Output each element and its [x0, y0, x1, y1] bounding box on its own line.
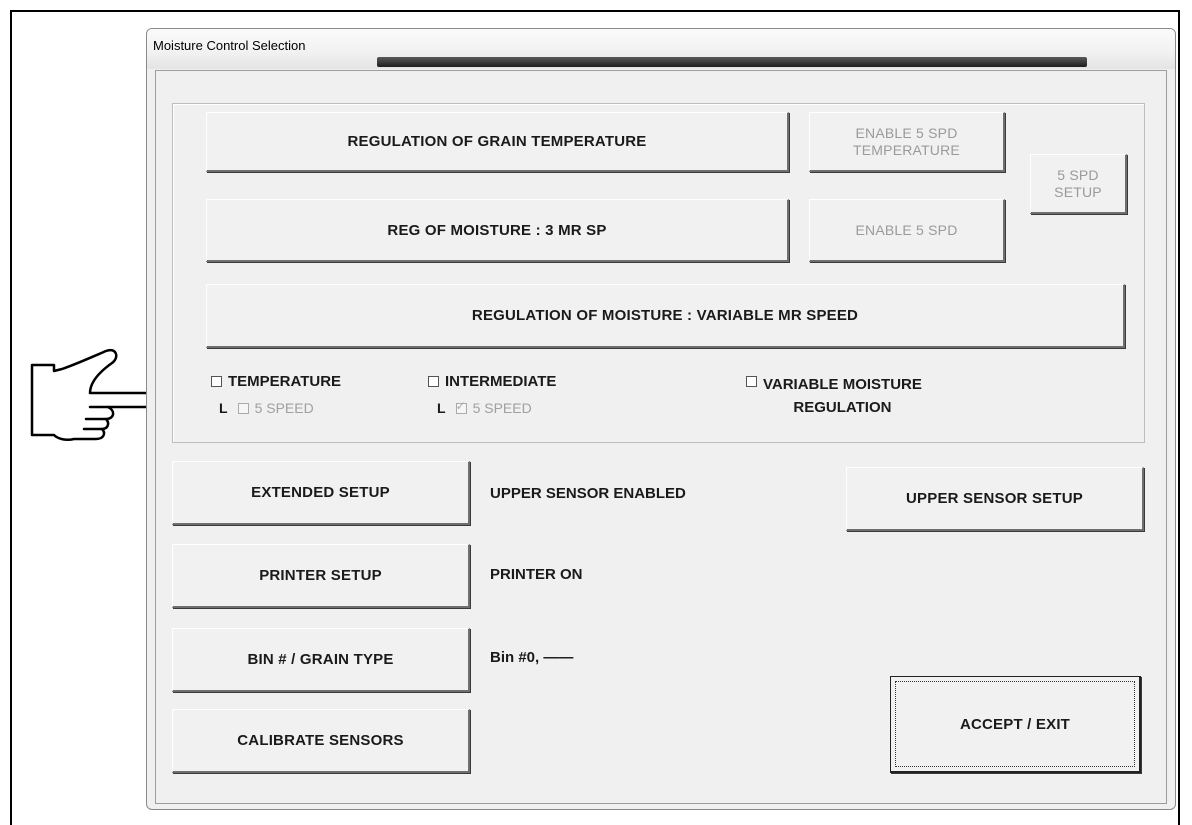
client-area: REGULATION OF GRAIN TEMPERATURE ENABLE 5…	[155, 70, 1167, 804]
checkbox-box[interactable]	[746, 376, 757, 387]
checkbox-box[interactable]	[455, 399, 467, 414]
title-bar-strip	[377, 57, 1087, 67]
checkbox-label-line1: VARIABLE MOISTURE	[763, 376, 922, 393]
bin-status: Bin #0, ——	[490, 649, 574, 666]
checkbox-label: TEMPERATURE	[228, 373, 342, 390]
printer-setup-button[interactable]: PRINTER SETUP	[172, 544, 470, 608]
regulation-group: REGULATION OF GRAIN TEMPERATURE ENABLE 5…	[172, 103, 1145, 443]
checkbox-label-line2: REGULATION	[793, 399, 892, 416]
intermediate-checkbox[interactable]: INTERMEDIATE	[428, 373, 556, 390]
checkbox-box[interactable]	[237, 402, 249, 414]
accept-exit-button[interactable]: ACCEPT / EXIT	[890, 676, 1141, 773]
extended-setup-button[interactable]: EXTENDED SETUP	[172, 461, 470, 525]
printer-status: PRINTER ON	[490, 566, 583, 583]
temperature-checkbox[interactable]: TEMPERATURE	[211, 373, 341, 390]
button-label: REGULATION OF GRAIN TEMPERATURE	[347, 133, 647, 150]
button-label: ENABLE 5 SPD	[855, 221, 958, 238]
enable-5spd-temperature-button[interactable]: ENABLE 5 SPD TEMPERATURE	[809, 112, 1005, 172]
bin-grain-type-button[interactable]: BIN # / GRAIN TYPE	[172, 628, 470, 692]
indent-marker: L	[219, 400, 228, 416]
5spd-setup-button[interactable]: 5 SPD SETUP	[1030, 154, 1127, 214]
moisture-3mr-sp-button[interactable]: REG OF MOISTURE : 3 MR SP	[206, 199, 789, 262]
button-label-line1: 5 SPD	[1057, 166, 1099, 183]
indent-marker: L	[437, 400, 446, 416]
upper-sensor-setup-button[interactable]: UPPER SENSOR SETUP	[846, 467, 1144, 531]
checkbox-label: INTERMEDIATE	[445, 373, 557, 390]
moisture-control-window: Moisture Control Selection REGULATION OF…	[146, 28, 1176, 810]
button-label: PRINTER SETUP	[259, 567, 382, 584]
focus-ring	[895, 681, 1135, 767]
checkbox-label: 5 SPEED	[254, 400, 314, 416]
checkbox-box[interactable]	[211, 376, 222, 387]
button-label-line2: SETUP	[1054, 183, 1102, 200]
button-label-line1: ENABLE 5 SPD	[855, 124, 958, 141]
button-label: UPPER SENSOR SETUP	[906, 490, 1083, 507]
checkbox-box[interactable]	[428, 376, 439, 387]
checkbox-label: 5 SPEED	[472, 400, 532, 416]
button-label: EXTENDED SETUP	[251, 484, 390, 501]
calibrate-sensors-button[interactable]: CALIBRATE SENSORS	[172, 709, 470, 773]
enable-5spd-button[interactable]: ENABLE 5 SPD	[809, 199, 1005, 262]
button-label: REGULATION OF MOISTURE : VARIABLE MR SPE…	[471, 307, 859, 324]
intermediate-5speed-checkbox[interactable]: L 5 SPEED	[437, 399, 532, 417]
variable-moisture-regulation-checkbox[interactable]: VARIABLE MOISTURE REGULATION	[746, 373, 922, 419]
button-label: REG OF MOISTURE : 3 MR SP	[387, 221, 607, 239]
title-bar: Moisture Control Selection	[147, 29, 1175, 69]
window-title: Moisture Control Selection	[153, 38, 306, 53]
regulation-grain-temperature-button[interactable]: REGULATION OF GRAIN TEMPERATURE	[206, 112, 789, 172]
button-label-line2: TEMPERATURE	[853, 141, 960, 158]
button-label: CALIBRATE SENSORS	[237, 732, 404, 749]
moisture-variable-mr-speed-button[interactable]: REGULATION OF MOISTURE : VARIABLE MR SPE…	[206, 284, 1125, 348]
temperature-5speed-checkbox[interactable]: L 5 SPEED	[219, 400, 314, 416]
checkbox-label: VARIABLE MOISTURE REGULATION	[763, 373, 922, 419]
button-label: BIN # / GRAIN TYPE	[247, 651, 394, 668]
upper-sensor-status: UPPER SENSOR ENABLED	[490, 485, 686, 502]
